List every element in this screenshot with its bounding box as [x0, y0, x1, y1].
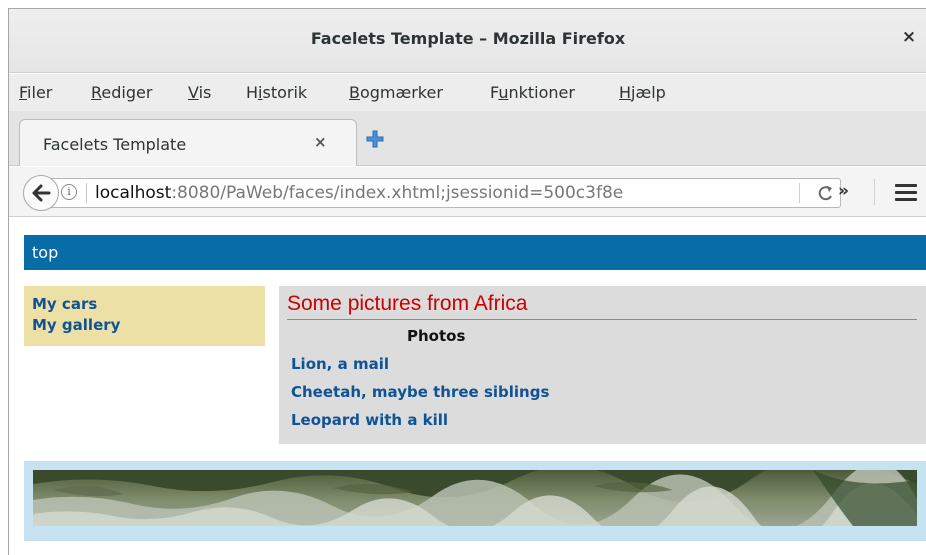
menu-bogmaerker-mnemonic: B [349, 83, 360, 102]
menu-historik-rest: storik [262, 83, 308, 102]
menu-rediger[interactable]: Rediger [91, 83, 152, 102]
reload-icon[interactable] [817, 182, 835, 208]
url-host: localhost [95, 183, 172, 203]
back-arrow-icon [32, 184, 51, 202]
left-navigation: My cars My gallery [24, 286, 265, 346]
menu-hjaelp[interactable]: Hjælp [619, 83, 666, 102]
navigation-toolbar: i localhost:8080/PaWeb/faces/index.xhtml… [9, 167, 926, 217]
photo-link-lion[interactable]: Lion, a mail [291, 355, 389, 373]
menu-funktioner[interactable]: Funktioner [490, 83, 575, 102]
tab-facelets-template[interactable]: Facelets Template × [19, 119, 357, 166]
menu-filer-mnemonic: F [19, 83, 28, 102]
menu-filer[interactable]: Filer [19, 83, 52, 102]
tab-label: Facelets Template [43, 135, 187, 154]
tab-close-icon[interactable]: × [314, 133, 327, 151]
heading-rule [287, 319, 917, 320]
menu-bar: Filer Rediger Vis Historik Bogmærker Fun… [9, 74, 926, 111]
url-separator-right [799, 183, 800, 203]
menu-rediger-rest: ediger [101, 83, 153, 102]
footer [24, 461, 926, 541]
menu-funktioner-mnemonic: u [498, 83, 509, 102]
close-icon[interactable]: × [899, 27, 919, 47]
url-path: :8080/PaWeb/faces/index.xhtml;jsessionid… [171, 183, 624, 203]
africa-bush-banner-image [33, 470, 917, 526]
menu-hjaelp-rest: jælp [631, 83, 666, 102]
new-tab-plus-icon[interactable] [365, 129, 385, 149]
tab-strip: Facelets Template × [9, 111, 926, 166]
hamburger-menu-icon[interactable] [895, 184, 917, 201]
photo-link-cheetah[interactable]: Cheetah, maybe three siblings [291, 383, 549, 401]
menu-bogmaerker-rest: ogmærker [359, 83, 443, 102]
main-content: Some pictures from Africa Photos Lion, a… [279, 286, 926, 444]
reload-glyph [818, 186, 832, 201]
menu-rediger-mnemonic: R [91, 83, 102, 102]
menu-historik-first: H [246, 83, 259, 102]
menu-bogmaerker[interactable]: Bogmærker [349, 83, 443, 102]
menu-vis-rest: is [198, 83, 212, 102]
url-bar[interactable]: i localhost:8080/PaWeb/faces/index.xhtml… [51, 178, 841, 208]
menu-filer-rest: iler [27, 83, 53, 102]
url-separator [86, 183, 87, 203]
info-icon[interactable]: i [61, 184, 77, 200]
back-button[interactable] [23, 175, 59, 211]
menu-hjaelp-mnemonic: H [619, 83, 632, 102]
overflow-chevron-icon[interactable]: » [838, 181, 849, 201]
browser-window: Facelets Template – Mozilla Firefox × Fi… [8, 8, 926, 555]
top-header: top [24, 235, 926, 270]
menu-funktioner-rest: nktioner [508, 83, 575, 102]
hamburger-line [895, 184, 917, 187]
toolbar-separator [874, 179, 875, 205]
menu-historik[interactable]: Historik [246, 83, 307, 102]
page-viewport: top My cars My gallery Some pictures fro… [9, 218, 926, 555]
photos-label: Photos [407, 327, 466, 345]
nav-link-my-cars[interactable]: My cars [32, 295, 97, 313]
hamburger-line [895, 191, 917, 194]
window-title: Facelets Template – Mozilla Firefox [310, 29, 626, 48]
top-label: top [32, 243, 59, 262]
title-bar[interactable]: Facelets Template – Mozilla Firefox × [9, 9, 926, 73]
nav-link-my-gallery[interactable]: My gallery [32, 316, 120, 334]
hamburger-line [895, 198, 917, 201]
url-text[interactable]: localhost:8080/PaWeb/faces/index.xhtml;j… [95, 183, 755, 203]
photo-link-leopard[interactable]: Leopard with a kill [291, 411, 448, 429]
page-heading: Some pictures from Africa [287, 292, 528, 315]
menu-vis[interactable]: Vis [188, 83, 211, 102]
menu-vis-mnemonic: V [188, 83, 199, 102]
